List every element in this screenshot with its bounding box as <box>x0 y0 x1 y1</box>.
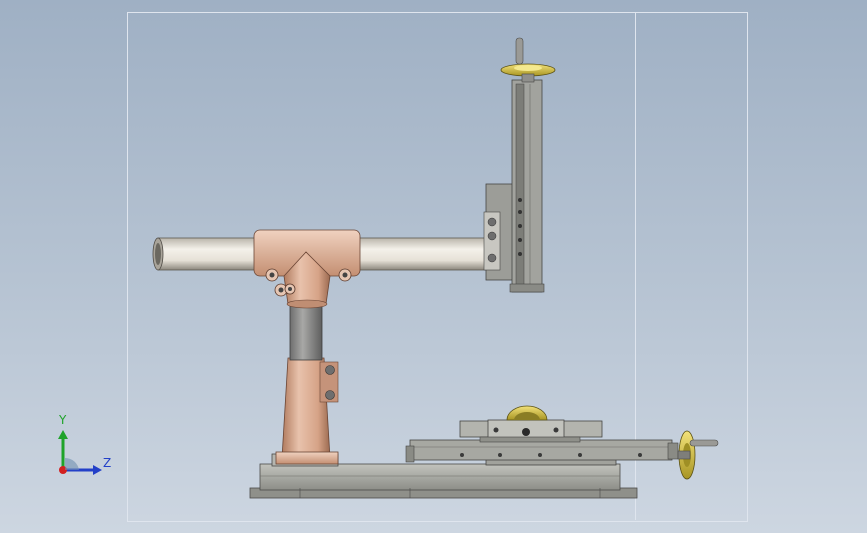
column-upper[interactable] <box>289 303 323 361</box>
column-sleeve[interactable] <box>275 357 339 465</box>
orientation-triad: Y Z <box>50 412 120 482</box>
handwheel-side[interactable] <box>677 430 719 480</box>
triad-z-label: Z <box>103 456 112 470</box>
triad-y-arrow <box>58 430 68 439</box>
graphics-viewport[interactable]: Y Z <box>0 0 867 533</box>
tee-clamp[interactable] <box>253 229 361 309</box>
vertical-slide[interactable] <box>483 79 545 293</box>
horizontal-slide[interactable] <box>405 405 679 466</box>
triad-y-label: Y <box>59 413 67 427</box>
triad-z-arrow <box>93 465 102 475</box>
cad-model[interactable] <box>0 0 867 533</box>
handwheel-top[interactable] <box>500 37 556 83</box>
